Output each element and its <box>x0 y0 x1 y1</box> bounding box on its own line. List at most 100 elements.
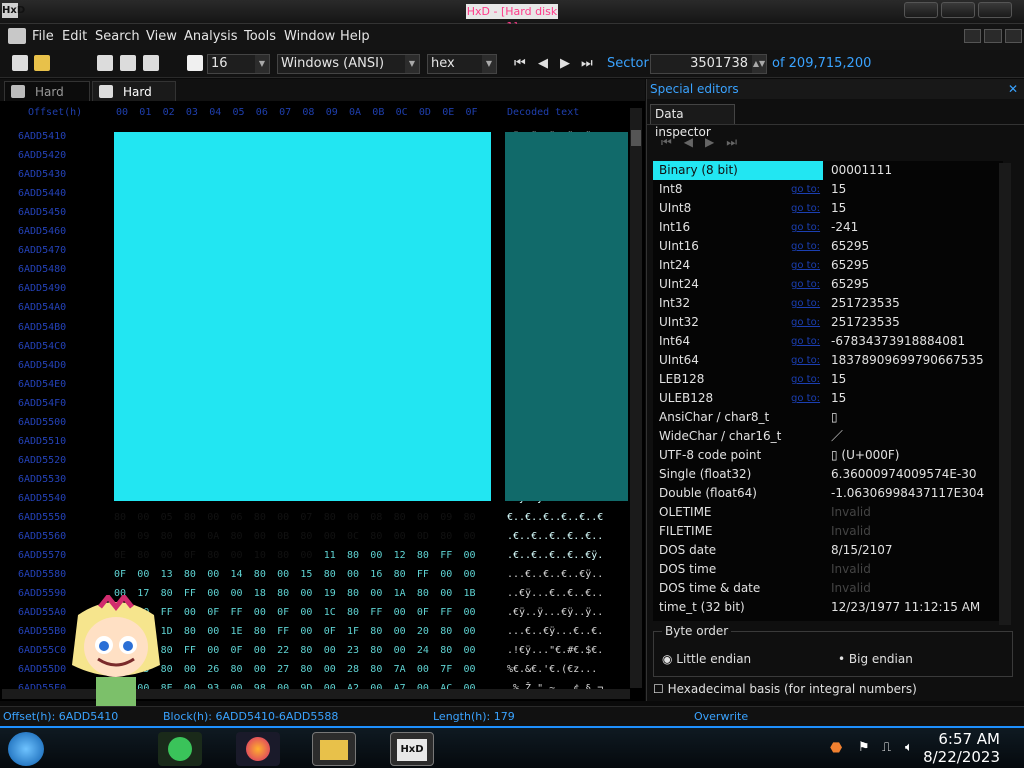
taskbar-file-explorer[interactable] <box>312 732 356 766</box>
hex-byte[interactable]: 80 <box>347 550 359 561</box>
hex-byte[interactable]: 00 <box>207 588 219 599</box>
hex-byte[interactable]: 00 <box>207 512 219 523</box>
hex-byte[interactable]: 15 <box>300 569 312 580</box>
inspector-row[interactable]: Int16 go to: -241 <box>653 218 998 237</box>
hex-byte[interactable]: 0F <box>324 626 336 637</box>
title-bar[interactable]: HxD HxD - [Hard disk 1] <box>0 0 1024 33</box>
go-to-link[interactable]: go to: <box>791 275 820 294</box>
hex-byte[interactable]: 80 <box>137 550 149 561</box>
inspector-value[interactable]: 6.36000974009574E-30 <box>831 465 977 484</box>
menu-analysis[interactable]: Analysis <box>184 29 238 44</box>
hex-byte[interactable]: 1B <box>464 588 476 599</box>
go-to-link[interactable]: go to: <box>791 199 820 218</box>
hex-row[interactable]: 6ADD5550 80 00 05 80 00 06 80 00 07 80 00 08 80 00 09 80… <box>0 512 630 531</box>
taskbar-hxd[interactable]: HxD <box>390 732 434 766</box>
inspector-row[interactable]: DOS time & date Invalid <box>653 579 998 598</box>
hex-byte[interactable]: 13 <box>161 569 173 580</box>
hex-byte[interactable]: 00 <box>464 645 476 656</box>
hex-byte[interactable]: FF <box>184 645 196 656</box>
hex-byte[interactable]: 80 <box>370 531 382 542</box>
hex-byte[interactable]: 00 <box>137 569 149 580</box>
go-to-link[interactable]: go to: <box>791 332 820 351</box>
hex-byte[interactable]: 00 <box>207 626 219 637</box>
hex-byte[interactable]: 24 <box>417 645 429 656</box>
new-file-icon[interactable] <box>12 55 28 71</box>
row-decoded-text[interactable]: ...€..€..€..€ÿ.. <box>507 569 603 580</box>
hex-byte[interactable]: 80 <box>440 531 452 542</box>
row-decoded-text[interactable]: .€..€..€..€..€.. <box>507 531 603 542</box>
inspector-row[interactable]: UInt24 go to: 65295 <box>653 275 998 294</box>
go-to-link[interactable]: go to: <box>791 180 820 199</box>
inspector-value[interactable]: 18378909699790667535 <box>831 351 984 370</box>
hex-byte[interactable]: 80 <box>440 626 452 637</box>
inspector-value[interactable]: ▯ <box>831 408 838 427</box>
hex-byte[interactable]: 1F <box>347 626 359 637</box>
mdi-minimize-button[interactable] <box>964 29 982 43</box>
hex-byte[interactable]: FF <box>184 588 196 599</box>
close-button[interactable] <box>978 2 1012 18</box>
hex-byte[interactable]: 00 <box>394 607 406 618</box>
hex-byte[interactable]: 09 <box>440 512 452 523</box>
hex-row[interactable]: 6ADD5560 00 09 80 00 0A 80 00 0B 80 00 0C 80 00 0D 80 00… <box>0 531 630 550</box>
hex-byte[interactable]: 00 <box>231 588 243 599</box>
tab-data-inspector[interactable]: Data inspector <box>650 104 735 139</box>
hex-byte[interactable]: FF <box>277 626 289 637</box>
minimize-button[interactable] <box>904 2 938 18</box>
inspector-value[interactable]: Invalid <box>831 522 871 541</box>
hex-byte[interactable]: 80 <box>324 569 336 580</box>
hex-byte[interactable]: 80 <box>417 550 429 561</box>
hex-byte[interactable]: 80 <box>184 512 196 523</box>
row-decoded-text[interactable]: .€ÿ..ÿ...€ÿ..ÿ.. <box>507 607 603 618</box>
hex-byte[interactable]: 00 <box>254 531 266 542</box>
hex-byte[interactable]: 00 <box>184 531 196 542</box>
hex-byte[interactable]: 08 <box>370 512 382 523</box>
big-endian-radio[interactable]: • Big endian <box>838 652 913 666</box>
scroll-thumb[interactable] <box>631 130 641 146</box>
row-decoded-text[interactable]: ..€ÿ...€..€..€.. <box>507 588 603 599</box>
row-decoded-text[interactable]: .€..€..€..€..€ÿ. <box>507 550 603 561</box>
hex-byte[interactable]: 1C <box>324 607 336 618</box>
hex-byte[interactable]: 14 <box>231 569 243 580</box>
hex-byte[interactable]: 00 <box>324 664 336 675</box>
hex-byte[interactable]: 18 <box>254 588 266 599</box>
hex-byte[interactable]: 22 <box>277 645 289 656</box>
hex-byte[interactable]: 00 <box>440 569 452 580</box>
little-endian-radio[interactable]: ◉ Little endian <box>662 652 751 666</box>
hex-byte[interactable]: 00 <box>464 607 476 618</box>
hex-byte[interactable]: 80 <box>347 607 359 618</box>
inspector-value[interactable]: Invalid <box>831 503 871 522</box>
inspector-value[interactable]: ／ <box>831 427 843 446</box>
inspector-value[interactable]: Invalid <box>831 579 871 598</box>
hex-byte[interactable]: 28 <box>347 664 359 675</box>
hex-byte[interactable]: 80 <box>184 569 196 580</box>
hex-byte[interactable]: 20 <box>417 626 429 637</box>
hex-byte[interactable]: 80 <box>394 512 406 523</box>
menu-search[interactable]: Search <box>95 29 140 44</box>
hex-byte[interactable]: 0B <box>277 531 289 542</box>
hex-byte[interactable]: 00 <box>231 550 243 561</box>
hex-byte[interactable]: 00 <box>207 569 219 580</box>
hex-byte[interactable]: 07 <box>300 512 312 523</box>
hex-byte[interactable]: 00 <box>370 588 382 599</box>
previous-sector-button[interactable]: ◀ <box>538 56 548 71</box>
hex-byte[interactable]: 00 <box>417 512 429 523</box>
inspector-value[interactable]: 15 <box>831 389 846 408</box>
go-to-link[interactable]: go to: <box>791 313 820 332</box>
hex-byte[interactable]: 00 <box>324 531 336 542</box>
tray-volume-icon[interactable]: 🔈︎ <box>905 740 913 755</box>
hex-byte[interactable]: 00 <box>347 512 359 523</box>
hex-byte[interactable]: 06 <box>231 512 243 523</box>
hex-byte[interactable]: 80 <box>231 664 243 675</box>
hex-byte[interactable]: 00 <box>254 645 266 656</box>
inspector-row[interactable]: ULEB128 go to: 15 <box>653 389 998 408</box>
row-decoded-text[interactable]: €..€..€..€..€..€ <box>507 512 603 523</box>
hex-basis-checkbox[interactable]: ☐ Hexadecimal basis (for integral number… <box>653 682 917 696</box>
inspector-value[interactable]: 65295 <box>831 237 869 256</box>
hex-byte[interactable]: 00 <box>300 550 312 561</box>
bytes-per-row-select[interactable]: 16 ▼ <box>207 54 270 74</box>
open-folder-icon[interactable] <box>34 55 50 71</box>
hex-byte[interactable]: 00 <box>161 550 173 561</box>
hex-byte[interactable]: 80 <box>370 626 382 637</box>
hex-byte[interactable]: 05 <box>161 512 173 523</box>
tab-hard-disk-active[interactable]: Hard disk 1 <box>92 81 176 119</box>
